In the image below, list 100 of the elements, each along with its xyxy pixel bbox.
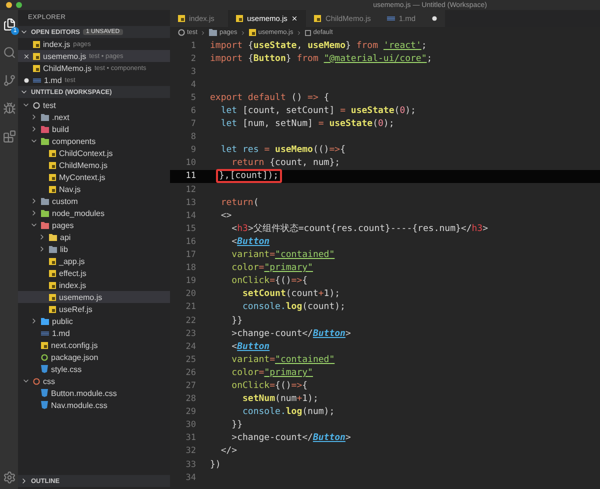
file-row[interactable]: MyContext.js <box>18 171 170 183</box>
line-number: 26 <box>184 368 197 378</box>
folder-icon <box>209 29 218 36</box>
file-name: components <box>52 136 96 146</box>
file-name: 1.md <box>52 328 70 338</box>
line-number: 15 <box>184 224 197 234</box>
line-number: 29 <box>184 407 197 418</box>
folder-row[interactable]: test <box>18 99 170 111</box>
file-name: _app.js <box>59 256 85 266</box>
line-number: 3 <box>190 66 197 77</box>
bug-icon <box>2 102 16 114</box>
circle-icon <box>178 29 185 36</box>
file-row[interactable]: style.css <box>18 363 170 375</box>
line-number: 19 <box>184 276 197 286</box>
chevron-right-icon <box>30 317 38 325</box>
line-number: 6 <box>190 106 197 116</box>
code-line: let [count, setCount] = useState(0); <box>220 106 416 116</box>
line-number: 21 <box>184 302 197 312</box>
files-icon <box>2 18 16 30</box>
line-number: 8 <box>190 132 197 142</box>
code-line: variant="contained" <box>230 354 335 365</box>
file-name: next.config.js <box>51 340 98 350</box>
file-name: ChildMemo.js <box>43 64 92 72</box>
code-line: console.log(count); <box>242 302 346 312</box>
chevron-right-icon <box>20 477 28 485</box>
code-line: import {Button} from "@material-ui/core"; <box>210 54 432 64</box>
line-number: 1 <box>190 40 197 51</box>
code-line: }) <box>210 460 221 470</box>
file-row[interactable]: 1.md <box>18 327 170 339</box>
file-name: .next <box>52 112 70 122</box>
line-number: 7 <box>190 119 197 130</box>
folder-row[interactable]: build <box>18 123 170 135</box>
line-number: 17 <box>184 250 197 260</box>
folder-row[interactable]: public <box>18 315 170 327</box>
js-file-icon <box>178 15 185 22</box>
search-button[interactable] <box>1 44 17 60</box>
minimize-light[interactable] <box>6 2 12 8</box>
code-line: <> <box>220 210 232 221</box>
file-row[interactable]: useRef.js <box>18 303 170 315</box>
folder-row[interactable]: components <box>18 135 170 147</box>
folder-row[interactable]: css <box>18 375 170 387</box>
file-row[interactable]: package.json <box>18 351 170 363</box>
file-row[interactable]: ChildContext.js <box>18 147 170 159</box>
file-name: package.json <box>51 352 98 362</box>
folder-row[interactable]: node_modules <box>18 207 170 219</box>
zoom-light[interactable] <box>16 2 22 8</box>
code-line: onClick={()=>{ <box>230 276 308 286</box>
settings-button[interactable] <box>1 469 17 485</box>
js-file-icon <box>41 342 48 348</box>
code-line: </> <box>220 446 238 456</box>
branch-button[interactable] <box>1 72 17 88</box>
line-number: 5 <box>190 92 197 103</box>
code-line: color="primary" <box>230 263 313 274</box>
css-file-icon <box>41 365 48 373</box>
file-row[interactable]: ChildMemo.js <box>18 159 170 171</box>
file-name: 1.md <box>44 76 62 84</box>
code-line: setCount(count+1); <box>242 289 340 300</box>
file-name: index.js <box>59 280 86 290</box>
file-name: ChildContext.js <box>59 148 113 158</box>
file-row[interactable]: _app.js <box>18 255 170 267</box>
line-number: 20 <box>184 289 197 300</box>
folder-row[interactable]: lib <box>18 243 170 255</box>
line-number: 27 <box>184 380 197 391</box>
chevron-down-icon <box>30 137 38 145</box>
chevron-down-icon <box>22 377 30 385</box>
file-name: Button.module.css <box>51 388 117 398</box>
code-line: let res = useMemo(()=>{ <box>220 145 346 156</box>
code-line: color="primary" <box>230 368 313 378</box>
blocks-button[interactable] <box>1 128 17 144</box>
code-line: let [num, setNum] = useState(0); <box>220 119 394 130</box>
folder-row[interactable]: api <box>18 231 170 243</box>
json-file-icon <box>41 354 48 360</box>
line-number: 16 <box>184 236 197 247</box>
file-row[interactable]: Button.module.css <box>18 387 170 399</box>
file-name: public <box>52 316 73 326</box>
line-number: 10 <box>184 158 197 168</box>
file-row[interactable]: effect.js <box>18 267 170 279</box>
file-row[interactable]: next.config.js <box>18 339 170 351</box>
file-row[interactable]: index.js <box>18 279 170 291</box>
file-row[interactable]: usememo.js <box>18 291 170 303</box>
bug-button[interactable] <box>1 100 17 116</box>
code-line: >change-count</Button> <box>230 328 351 339</box>
folder-row[interactable]: custom <box>18 195 170 207</box>
chevron-right-icon <box>296 30 302 36</box>
line-number: 12 <box>184 184 197 195</box>
file-name: build <box>52 124 69 134</box>
code-line: }} <box>230 420 243 430</box>
line-number: 18 <box>184 263 197 274</box>
js-file-icon <box>314 15 322 22</box>
line-number: 34 <box>184 472 197 483</box>
code-line: return {count, num}; <box>230 158 340 168</box>
folder-row[interactable]: .next <box>18 111 170 123</box>
folder-row[interactable]: pages <box>18 219 170 231</box>
file-row[interactable]: Nav.js <box>18 183 170 195</box>
markdown-file-icon <box>41 330 49 336</box>
close-icon[interactable] <box>22 52 30 60</box>
blocks-icon <box>2 130 16 142</box>
file-row[interactable]: Nav.module.css <box>18 399 170 411</box>
file-name: ChildMemo.js <box>59 160 108 170</box>
file-name: MyContext.js <box>59 172 106 182</box>
